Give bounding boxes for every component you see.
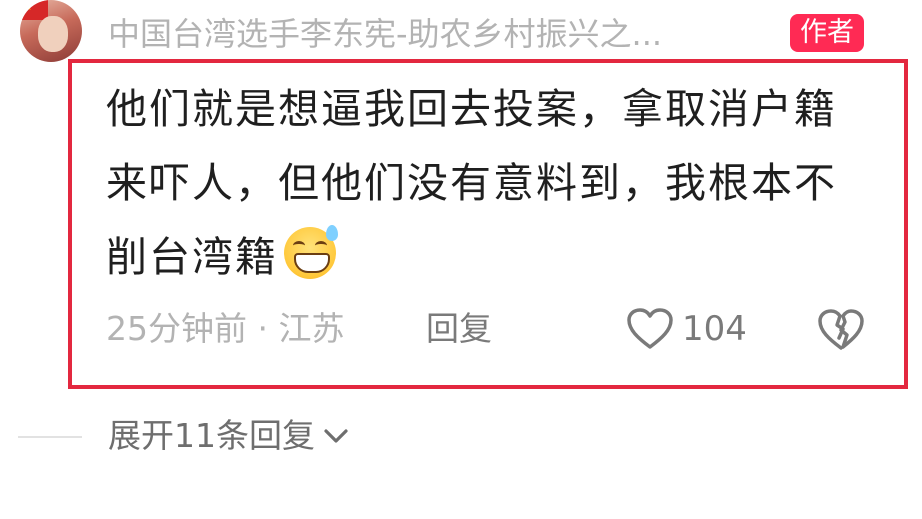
reply-divider-line xyxy=(18,436,82,438)
comment-line-2: 来吓人，但他们没有意料到，我根本不 xyxy=(106,159,837,207)
like-count: 104 xyxy=(682,309,747,349)
avatar-face xyxy=(38,16,68,52)
expand-replies-button[interactable]: 展开11条回复 xyxy=(108,412,349,460)
chevron-down-icon xyxy=(324,429,348,443)
expand-replies-label: 展开11条回复 xyxy=(108,416,315,455)
broken-heart-icon[interactable] xyxy=(816,304,866,354)
reply-button[interactable]: 回复 xyxy=(426,305,492,353)
comment-line-3: 削台湾籍 xyxy=(106,220,886,294)
comment-time-location: 25分钟前 · 江苏 xyxy=(106,309,345,348)
author-badge: 作者 xyxy=(790,14,864,52)
like-button[interactable]: 104 xyxy=(626,304,747,354)
author-name[interactable]: 中国台湾选手李东宪-助农乡村振兴之... xyxy=(108,12,778,56)
comment-line-1: 他们就是想逼我回去投案，拿取消户籍 xyxy=(106,85,837,133)
comment-line-3-text: 削台湾籍 xyxy=(106,233,278,281)
heart-outline-icon xyxy=(627,308,673,349)
comment-text: 他们就是想逼我回去投案，拿取消户籍 来吓人，但他们没有意料到，我根本不 削台湾籍 xyxy=(106,72,886,294)
author-avatar[interactable] xyxy=(20,0,82,62)
grinning-sweat-emoji-icon xyxy=(284,225,338,279)
flag-icon xyxy=(20,0,48,20)
comment-screen: 中国台湾选手李东宪-助农乡村振兴之... 作者 他们就是想逼我回去投案，拿取消户… xyxy=(0,0,922,519)
